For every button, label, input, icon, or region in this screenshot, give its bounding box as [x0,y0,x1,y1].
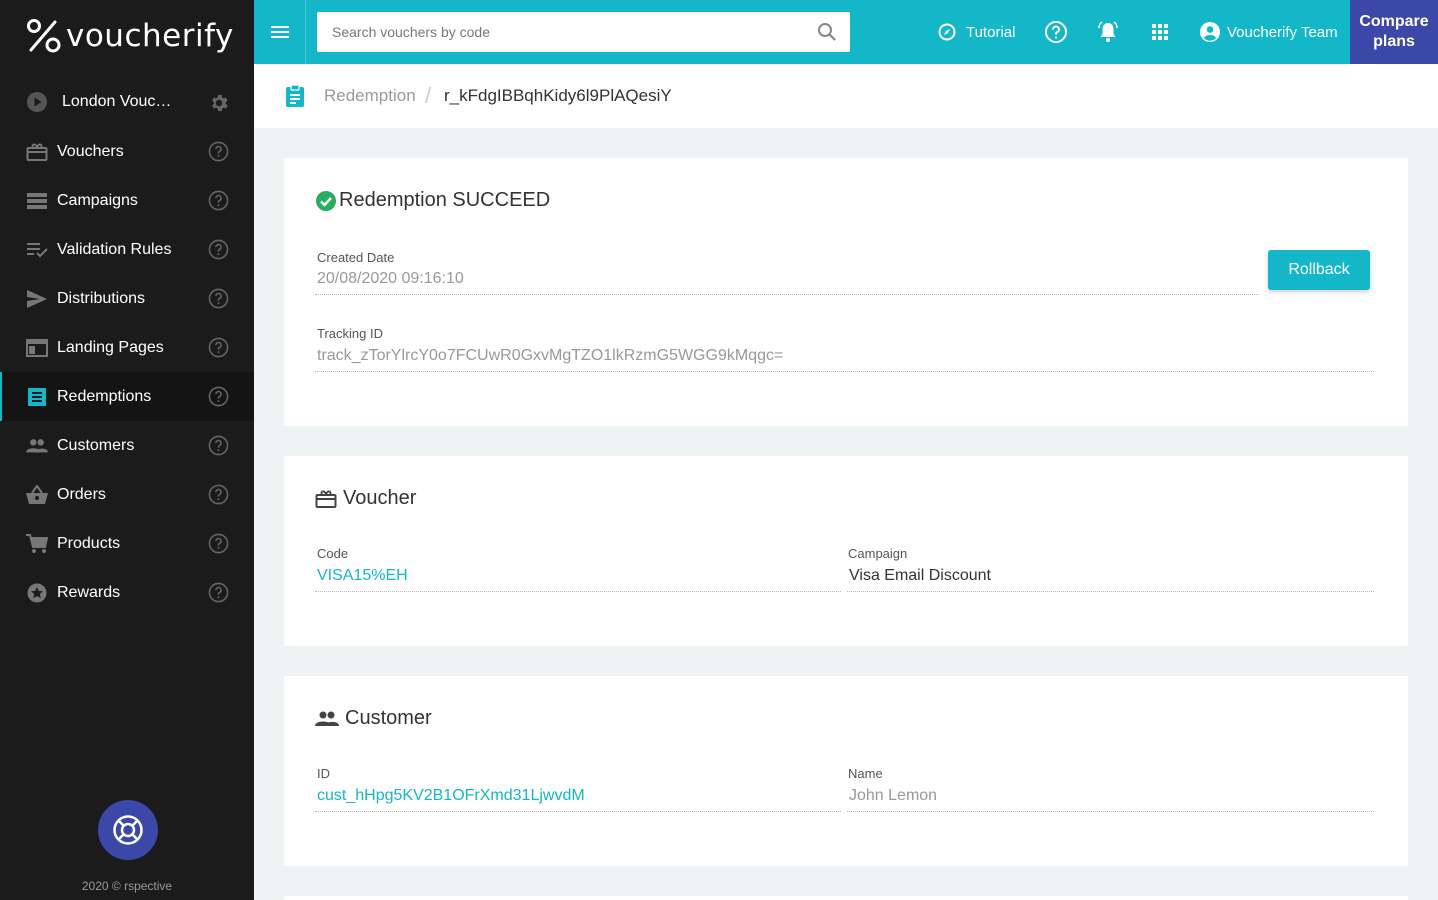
logo-text: voucherify [66,18,234,54]
sidebar-item-landing-pages[interactable]: Landing Pages [0,323,254,372]
menu-button[interactable] [254,0,306,64]
search-box [317,12,850,52]
redemption-card: Redemption SUCCEED Created Date 20/08/20… [284,158,1408,426]
customers-icon [26,435,48,457]
sidebar: voucherify London Vouc… Vouchers Campaig… [0,0,254,900]
breadcrumb-redemption-link[interactable]: Redemption [324,86,416,106]
sidebar-item-products[interactable]: Products [0,519,254,568]
voucher-code-link[interactable]: VISA15%EH [315,567,841,592]
next-card [284,896,1408,900]
help-icon[interactable] [208,141,229,162]
help-icon[interactable] [1044,20,1068,44]
account-menu[interactable]: Voucherify Team [1200,20,1338,44]
customer-name-label: Name [848,766,883,781]
help-icon[interactable] [208,288,229,309]
help-icon[interactable] [208,386,229,407]
tracking-id-label: Tracking ID [317,326,383,341]
gear-icon[interactable] [208,92,230,114]
team-name: Voucherify Team [1227,23,1338,41]
play-circle-icon [27,92,47,112]
search-icon[interactable] [817,22,837,42]
lifebuoy-icon [113,815,143,845]
customer-name-value: John Lemon [847,787,1374,812]
help-icon[interactable] [208,582,229,603]
redemption-title: Redemption SUCCEED [315,189,550,212]
help-icon[interactable] [208,239,229,260]
customer-id-link[interactable]: cust_hHpg5KV2B1OFrXmd31LjwvdM [315,787,841,812]
orders-icon [26,484,48,506]
breadcrumb: Redemption / r_kFdgIBBqhKidy6l9PlAQesiY [254,64,1438,128]
support-button[interactable] [98,800,158,860]
voucher-icon [315,490,337,508]
clipboard-icon [286,84,304,107]
sidebar-item-label: Rewards [57,583,121,601]
products-icon [26,533,48,555]
voucher-card: Voucher Code VISA15%EH Campaign Visa Ema… [284,456,1408,646]
customer-card: Customer ID cust_hHpg5KV2B1OFrXmd31Ljwvd… [284,676,1408,866]
search-input[interactable] [317,12,807,52]
compass-icon [938,23,956,41]
success-check-icon [316,190,336,211]
sidebar-item-customers[interactable]: Customers [0,421,254,470]
sidebar-item-label: Vouchers [57,142,124,160]
campaigns-icon [26,190,48,212]
created-date-label: Created Date [317,250,395,265]
validation-rules-icon [26,239,48,261]
voucher-title: Voucher [315,487,416,510]
sidebar-nav: Vouchers Campaigns Validation Rules Dist… [0,127,254,617]
voucherify-logo[interactable]: voucherify [26,18,234,54]
apps-grid-icon[interactable] [1148,20,1172,44]
sidebar-item-label: Landing Pages [57,338,164,356]
campaign-value: Visa Email Discount [847,567,1374,592]
tutorial-button[interactable]: Tutorial [938,20,1015,44]
hamburger-icon [270,26,289,38]
tracking-id-value: track_zTorYlrcY0o7FCUwR0GxvMgTZO1lkRzmG5… [315,347,1374,372]
sidebar-item-vouchers[interactable]: Vouchers [0,127,254,176]
percent-logo-icon [27,19,61,53]
sidebar-item-campaigns[interactable]: Campaigns [0,176,254,225]
customer-title: Customer [315,707,432,730]
account-circle-icon [1200,22,1220,42]
sidebar-item-label: Redemptions [57,387,152,405]
sidebar-item-orders[interactable]: Orders [0,470,254,519]
redemption-status: Redemption SUCCEED [339,189,551,211]
sidebar-item-validation-rules[interactable]: Validation Rules [0,225,254,274]
voucher-heading: Voucher [343,487,417,509]
compare-plans-button[interactable]: Compare plans [1350,0,1438,64]
project-selector[interactable]: London Vouc… [0,78,254,126]
sidebar-item-rewards[interactable]: Rewards [0,568,254,617]
copyright: 2020 © rspective [81,879,173,893]
sidebar-item-redemptions[interactable]: Redemptions [0,372,254,421]
landing-pages-icon [26,337,48,359]
breadcrumb-separator: / [425,83,432,108]
created-date-value: 20/08/2020 09:16:10 [315,270,1259,295]
voucher-icon [26,141,48,163]
distributions-icon [26,288,48,310]
help-icon[interactable] [208,484,229,505]
project-name: London Vouc… [62,93,172,110]
sidebar-item-label: Validation Rules [57,240,172,258]
sidebar-item-distributions[interactable]: Distributions [0,274,254,323]
sidebar-item-label: Products [57,534,121,552]
rewards-icon [26,582,48,604]
notification-bell-icon[interactable] [1096,20,1120,44]
breadcrumb-current: r_kFdgIBBqhKidy6l9PlAQesiY [444,86,672,105]
sidebar-item-label: Campaigns [57,191,138,209]
help-icon[interactable] [208,190,229,211]
customer-id-label: ID [317,766,330,781]
customers-icon [315,711,339,726]
redemptions-icon [26,386,48,408]
code-label: Code [317,546,349,561]
top-bar: Tutorial Voucherify Team Compare plans [254,0,1438,64]
sidebar-item-label: Customers [57,436,135,454]
customer-heading: Customer [345,707,432,729]
sidebar-item-label: Orders [57,485,106,503]
tutorial-label: Tutorial [966,23,1016,41]
help-icon[interactable] [208,435,229,456]
sidebar-item-label: Distributions [57,289,146,307]
rollback-button[interactable]: Rollback [1268,250,1370,290]
campaign-label: Campaign [848,546,908,561]
help-icon[interactable] [208,533,229,554]
help-icon[interactable] [208,337,229,358]
